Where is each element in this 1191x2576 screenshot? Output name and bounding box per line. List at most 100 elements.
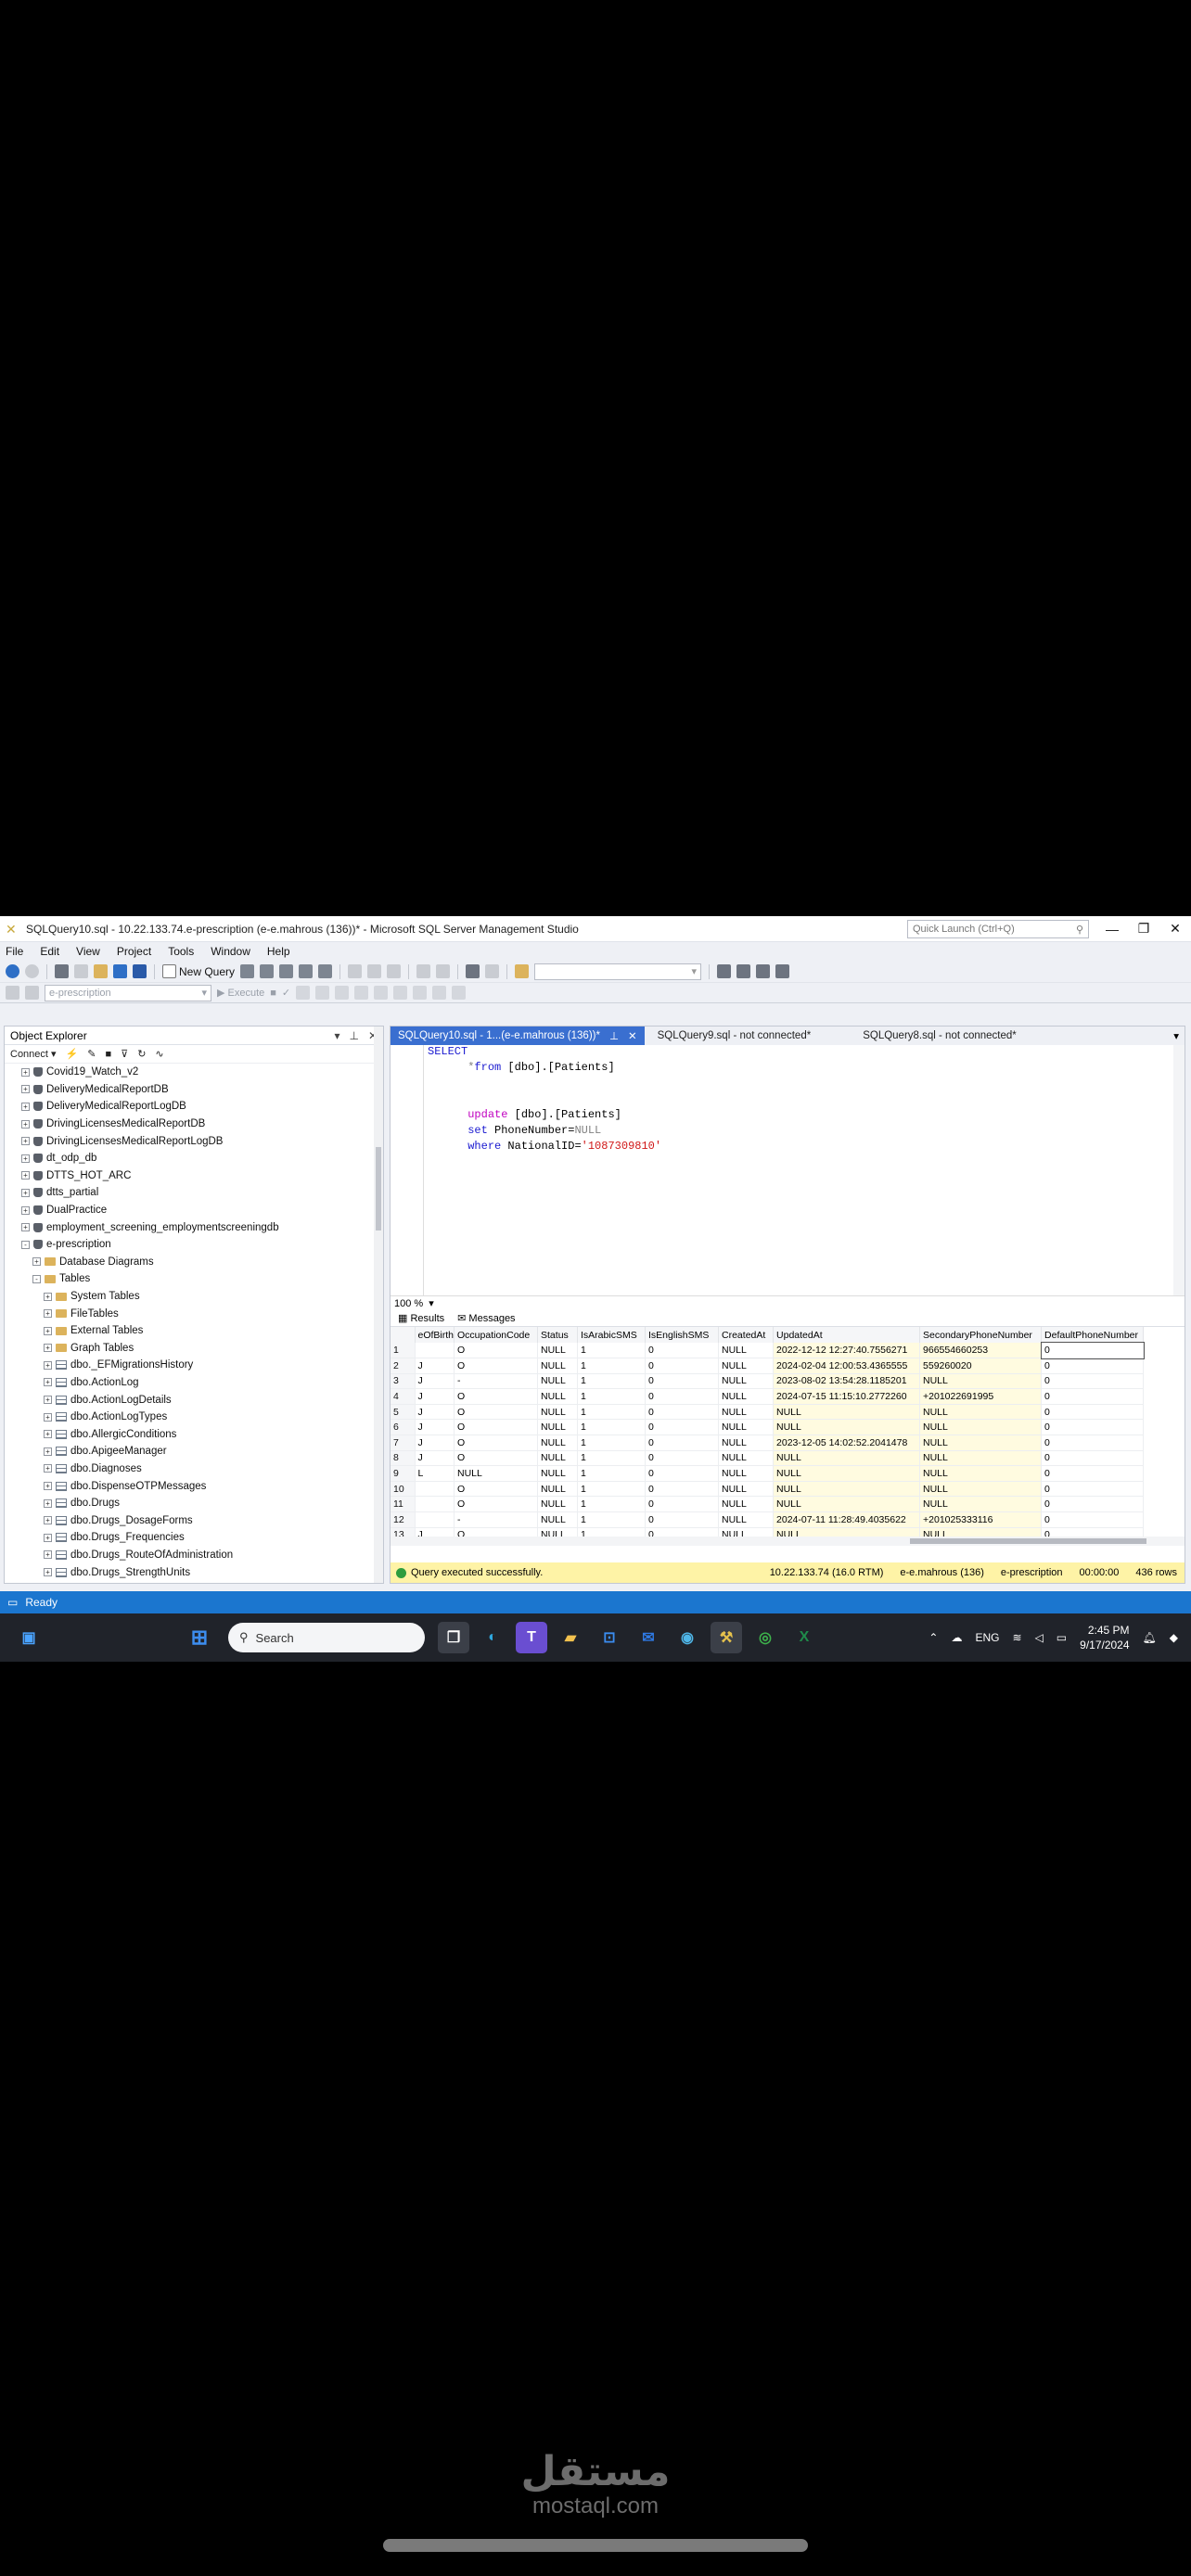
table-cell[interactable]: O	[454, 1358, 539, 1374]
expand-icon[interactable]: +	[44, 1396, 52, 1405]
table-cell[interactable]: J	[415, 1404, 455, 1421]
toolbox-icon[interactable]	[756, 964, 771, 978]
table-cell[interactable]: NULL	[718, 1481, 775, 1498]
table-cell[interactable]: 0	[645, 1465, 720, 1482]
table-cell[interactable]: 966554660253	[919, 1343, 1043, 1359]
table-cell[interactable]: O	[454, 1343, 539, 1359]
close-tab-icon[interactable]: ✕	[628, 1029, 637, 1042]
volume-icon[interactable]: ◁	[1035, 1631, 1044, 1644]
taskbar-search[interactable]: ⚲ Search	[228, 1623, 425, 1652]
results-to-text-icon[interactable]	[335, 986, 350, 1000]
analysis-services-dmx-icon[interactable]	[279, 964, 294, 978]
table-cell[interactable]: NULL	[537, 1404, 579, 1421]
column-header[interactable]: OccupationCode	[454, 1327, 539, 1343]
tab-messages[interactable]: ✉ Messages	[457, 1312, 515, 1324]
expand-icon[interactable]: +	[44, 1430, 52, 1439]
table-cell[interactable]: J	[415, 1450, 455, 1467]
table-cell[interactable]: 0	[1041, 1450, 1145, 1467]
table-cell[interactable]: J	[415, 1373, 455, 1390]
chrome-icon[interactable]: ◎	[749, 1622, 781, 1653]
new-item-icon[interactable]	[74, 964, 88, 978]
close-button[interactable]: ✕	[1159, 921, 1191, 937]
table-cell[interactable]: 0	[645, 1404, 720, 1421]
table-cell[interactable]: 1	[577, 1419, 647, 1436]
table-cell[interactable]: 0	[1041, 1465, 1145, 1482]
chevron-down-icon[interactable]: ▾	[429, 1297, 434, 1309]
column-header[interactable]: eOfBirth	[415, 1327, 455, 1343]
table-cell[interactable]: O	[454, 1404, 539, 1421]
table-cell[interactable]: NULL	[718, 1465, 775, 1482]
table-cell[interactable]: 0	[1041, 1388, 1145, 1405]
tab-sqlquery10[interactable]: SQLQuery10.sql - 1...(e-e.mahrous (136))…	[391, 1027, 645, 1045]
paste-icon[interactable]	[387, 964, 402, 978]
connect-button[interactable]: Connect ▾	[10, 1048, 57, 1060]
table-cell[interactable]: NULL	[773, 1465, 921, 1482]
indent-icon[interactable]	[452, 986, 467, 1000]
column-header[interactable]: IsArabicSMS	[577, 1327, 647, 1343]
menu-view[interactable]: View	[76, 945, 100, 958]
table-cell[interactable]: NULL	[773, 1481, 921, 1498]
table-cell[interactable]: O	[454, 1419, 539, 1436]
table-cell[interactable]: NULL	[718, 1435, 775, 1451]
row-number[interactable]: 7	[391, 1435, 416, 1451]
table-row[interactable]: 2 J O NULL 1 0 NULL 2024-02-04 12:00:53.4365555…	[391, 1358, 1145, 1374]
table-cell[interactable]: NULL	[718, 1388, 775, 1405]
table-cell[interactable]: 2023-12-05 14:02:52.2041478	[773, 1435, 921, 1451]
table-cell[interactable]: 2023-08-02 13:54:28.1185201	[773, 1373, 921, 1390]
results-to-file-icon[interactable]	[374, 986, 389, 1000]
table-cell[interactable]: NULL	[773, 1450, 921, 1467]
table-row[interactable]: 9 L NULL NULL 1 0 NULL NULL NULL 0	[391, 1465, 1145, 1482]
table-cell[interactable]: J	[415, 1358, 455, 1374]
copy-icon[interactable]	[367, 964, 382, 978]
table-cell[interactable]: J	[415, 1435, 455, 1451]
column-header[interactable]	[391, 1327, 416, 1343]
menu-file[interactable]: File	[6, 945, 23, 958]
table-cell[interactable]	[415, 1511, 455, 1528]
table-row[interactable]: 7 J O NULL 1 0 NULL 2023-12-05 14:02:52.2041478…	[391, 1435, 1145, 1451]
expand-icon[interactable]: +	[44, 1498, 52, 1508]
table-cell[interactable]: NULL	[537, 1343, 579, 1359]
database-engine-query-icon[interactable]	[240, 964, 255, 978]
table-cell[interactable]: 2022-12-12 12:27:40.7556271	[773, 1343, 921, 1359]
expand-icon[interactable]: +	[44, 1344, 52, 1353]
table-cell[interactable]: NULL	[718, 1511, 775, 1528]
table-cell[interactable]: 0	[645, 1496, 720, 1513]
column-header[interactable]: Status	[537, 1327, 579, 1343]
table-cell[interactable]: 1	[577, 1511, 647, 1528]
save-icon[interactable]	[113, 964, 127, 978]
table-cell[interactable]: NULL	[537, 1511, 579, 1528]
table-cell[interactable]: NULL	[718, 1419, 775, 1436]
tree-node[interactable]: + dbo.Drugs_StrengthUnits	[5, 1563, 383, 1581]
quick-launch-input[interactable]: Quick Launch (Ctrl+Q) ⚲	[907, 919, 1089, 938]
file-explorer-icon[interactable]: ▰	[555, 1622, 586, 1653]
zoom-level[interactable]: 100 %	[394, 1298, 423, 1309]
table-cell[interactable]: 2024-07-11 11:28:49.4035622	[773, 1511, 921, 1528]
table-cell[interactable]: NULL	[919, 1465, 1043, 1482]
task-view-icon[interactable]: ❐	[438, 1622, 469, 1653]
notification-bell-icon[interactable]: 🔔︎	[1143, 1631, 1157, 1644]
table-cell[interactable]: NULL	[537, 1373, 579, 1390]
database-selector[interactable]: e-prescription ▾	[45, 984, 211, 1001]
table-cell[interactable]: J	[415, 1388, 455, 1405]
table-cell[interactable]: 0	[645, 1388, 720, 1405]
results-to-grid-icon[interactable]	[354, 986, 369, 1000]
table-cell[interactable]: O	[454, 1496, 539, 1513]
analysis-services-mdx-icon[interactable]	[260, 964, 275, 978]
table-cell[interactable]: NULL	[718, 1373, 775, 1390]
pin-icon[interactable]: ⊥	[609, 1029, 619, 1042]
clock[interactable]: 2:45 PM 9/17/2024	[1080, 1623, 1129, 1652]
expand-icon[interactable]: +	[21, 1137, 30, 1146]
table-cell[interactable]: -	[454, 1511, 539, 1528]
table-row[interactable]: 4 J O NULL 1 0 NULL 2024-07-15 11:15:10.2772260…	[391, 1388, 1145, 1405]
tree-node[interactable]: + dbo.DispenseOTPMessages	[5, 1477, 383, 1495]
outdent-icon[interactable]	[432, 986, 447, 1000]
table-cell[interactable]: 1	[577, 1358, 647, 1374]
table-cell[interactable]: 1	[577, 1450, 647, 1467]
tree-node[interactable]: + dbo.AllergicConditions	[5, 1425, 383, 1443]
tab-overflow-icon[interactable]: ▾	[1168, 1027, 1185, 1045]
table-cell[interactable]	[415, 1496, 455, 1513]
new-query-button[interactable]: New Query	[162, 964, 235, 978]
table-cell[interactable]: 0	[645, 1481, 720, 1498]
tree-node[interactable]: + employment_screening_employmentscreenin…	[5, 1218, 383, 1236]
change-connection-icon[interactable]	[25, 986, 39, 1000]
